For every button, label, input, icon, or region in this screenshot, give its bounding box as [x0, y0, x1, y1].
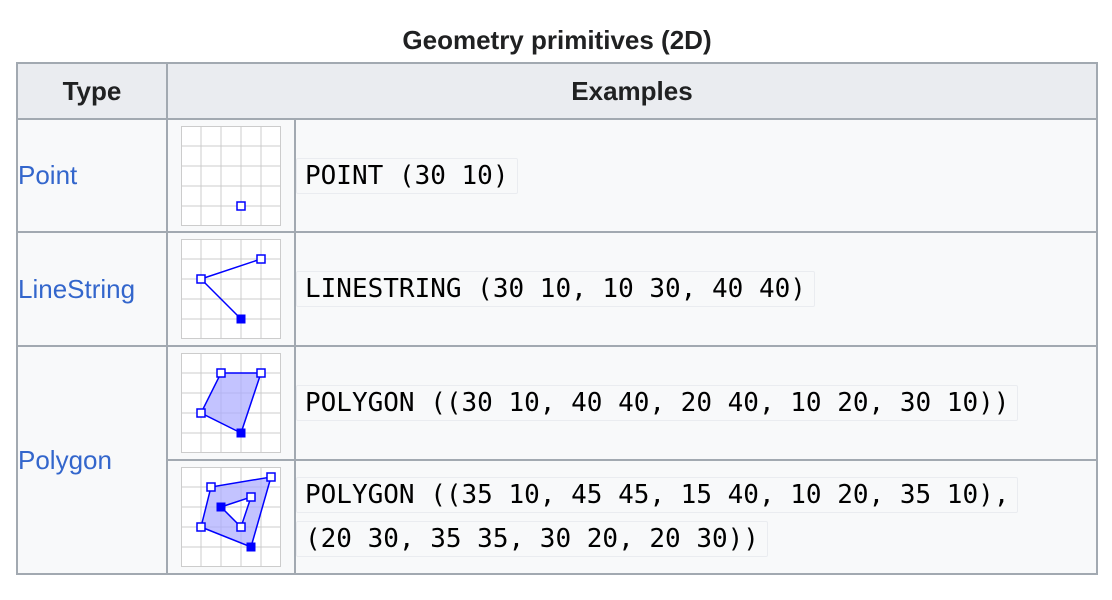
image-cell [166, 118, 296, 233]
type-link-point[interactable]: Point [18, 160, 77, 190]
image-cell [166, 459, 296, 575]
wkt-cell: LINESTRING (30 10, 10 30, 40 40) [294, 231, 1098, 347]
point-diagram-icon[interactable] [181, 125, 281, 226]
table-row: POLYGON ((35 10, 45 45, 15 40, 10 20, 35… [17, 459, 1098, 575]
polygon-with-hole-diagram-icon[interactable] [181, 467, 281, 567]
wkt-polygon-with-hole-code: POLYGON ((35 10, 45 45, 15 40, 10 20, 35… [296, 477, 1019, 557]
table-caption: Geometry primitives (2D) [402, 25, 712, 55]
wkt-point-code: POINT (30 10) [296, 157, 518, 194]
table-row: LineString LINESTRING (30 10, 10 30, 40 … [16, 231, 1098, 347]
wkt-cell: POINT (30 10) [294, 118, 1098, 233]
linestring-diagram-icon[interactable] [181, 239, 281, 339]
type-link-polygon[interactable]: Polygon [18, 445, 112, 475]
image-cell [166, 231, 296, 347]
wkt-linestring-code: LINESTRING (30 10, 10 30, 40 40) [296, 271, 815, 307]
header-type: Type [16, 62, 168, 120]
geometry-primitives-table: Type Examples Point POINT (30 10) LineSt… [16, 62, 1098, 575]
type-cell-linestring: LineString [16, 231, 168, 347]
type-cell-polygon: Polygon [16, 345, 168, 575]
type-link-linestring[interactable]: LineString [18, 274, 135, 304]
wkt-cell: POLYGON ((30 10, 40 40, 20 40, 10 20, 30… [294, 345, 1098, 461]
table-row: Point POINT (30 10) [16, 118, 1098, 233]
wkt-cell: POLYGON ((35 10, 45 45, 15 40, 10 20, 35… [294, 459, 1098, 575]
table-header-row: Type Examples [16, 62, 1098, 120]
image-cell [166, 345, 296, 461]
wkt-polygon-code: POLYGON ((30 10, 40 40, 20 40, 10 20, 30… [296, 385, 1019, 421]
polygon-diagram-icon[interactable] [181, 353, 281, 453]
header-examples: Examples [166, 62, 1098, 120]
table-row: Polygon POLYGON ((30 10, 40 40, 20 40, 1… [16, 345, 1098, 575]
type-cell-point: Point [16, 118, 168, 233]
